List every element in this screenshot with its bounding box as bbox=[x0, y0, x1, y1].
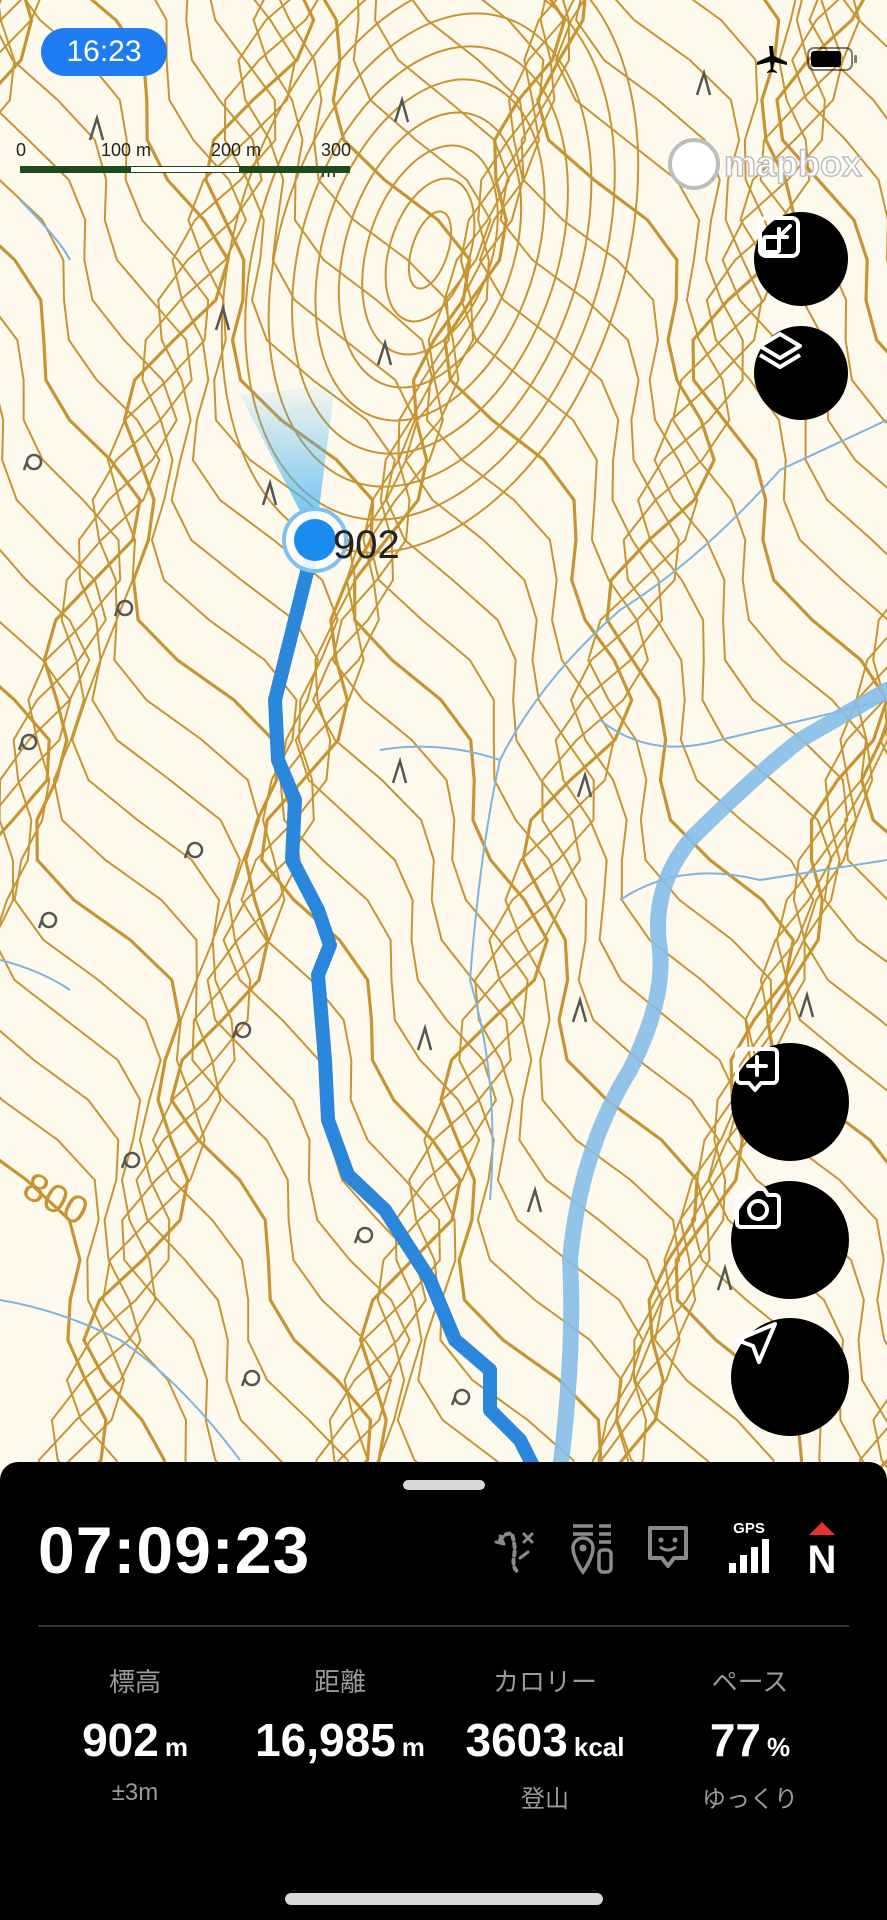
contour-elevation-label: 800 bbox=[16, 1164, 96, 1234]
distance-value: 16,985 bbox=[255, 1714, 396, 1766]
elapsed-time: 07:09:23 bbox=[38, 1513, 311, 1587]
compass-north-label: N bbox=[807, 1538, 837, 1582]
status-time: 16:23 bbox=[41, 28, 167, 76]
map-layers-button[interactable] bbox=[754, 326, 848, 420]
map-scale-bar: 0 100 m 200 m 300 m bbox=[16, 140, 356, 181]
fit-bounds-button[interactable] bbox=[754, 212, 848, 306]
panel-divider bbox=[38, 1625, 849, 1627]
distance-sub bbox=[230, 1779, 450, 1807]
calories-label: カロリー bbox=[492, 1667, 597, 1697]
scale-label-100: 100 m bbox=[101, 140, 152, 160]
distance-unit: m bbox=[401, 1732, 425, 1762]
activity-type: 登山 bbox=[521, 1786, 569, 1813]
gps-label: GPS bbox=[733, 1520, 765, 1537]
pace-value: 77 bbox=[709, 1714, 762, 1766]
gps-signal-icon bbox=[729, 1539, 769, 1573]
status-icons bbox=[755, 44, 859, 74]
pace-stat: ペース 77% ゆっくり bbox=[640, 1662, 860, 1813]
tracking-panel: 07:09:23 GPS N 標高 902 m ±3m 距離 16,985 m … bbox=[0, 1462, 887, 1920]
calories-unit: kcal bbox=[573, 1732, 625, 1762]
home-indicator[interactable] bbox=[285, 1893, 603, 1905]
layers-icon bbox=[758, 332, 802, 369]
distance-label: 距離 bbox=[313, 1667, 366, 1697]
elevation-point-label: 902 bbox=[333, 523, 400, 567]
contour-line bbox=[499, 0, 758, 1470]
elevation-stat: 標高 902 m ±3m bbox=[25, 1662, 245, 1807]
add-note-icon bbox=[735, 1047, 779, 1092]
gps-indicator: GPS bbox=[724, 1520, 774, 1578]
mapbox-logo-icon bbox=[668, 138, 720, 190]
camera-button[interactable] bbox=[731, 1181, 849, 1299]
elevation-value: 902 bbox=[82, 1714, 159, 1766]
scale-segment bbox=[20, 166, 130, 173]
calories-stat: カロリー 3603 kcal 登山 bbox=[435, 1662, 655, 1813]
pace-description: ゆっくり bbox=[702, 1786, 798, 1813]
topographic-map[interactable]: 902 800 0 100 m 200 m 300 mapbox bbox=[0, 0, 887, 1470]
calories-value: 3603 bbox=[465, 1714, 568, 1766]
compass-arrow-icon bbox=[809, 1522, 835, 1535]
elevation-unit: m bbox=[164, 1732, 188, 1762]
contour-line bbox=[0, 0, 226, 1470]
distance-stat: 距離 16,985 m bbox=[230, 1662, 450, 1807]
locate-me-button[interactable] bbox=[731, 1318, 849, 1436]
elevation-label: 標高 bbox=[108, 1667, 161, 1697]
map-pin-filter-icon[interactable] bbox=[568, 1522, 618, 1576]
elevation-accuracy: ±3m bbox=[111, 1779, 159, 1806]
pace-label: ペース bbox=[711, 1667, 789, 1697]
mapbox-wordmark: mapbox bbox=[723, 142, 863, 185]
drag-handle[interactable] bbox=[403, 1480, 485, 1490]
chat-face-icon[interactable] bbox=[644, 1522, 692, 1572]
contour-line bbox=[24, 0, 351, 1470]
route-off-icon[interactable] bbox=[494, 1522, 542, 1576]
navigation-icon bbox=[735, 1322, 777, 1364]
battery-icon bbox=[807, 47, 857, 71]
scale-label-200: 200 m bbox=[211, 140, 262, 160]
fit-bounds-icon bbox=[758, 216, 800, 258]
compass-indicator[interactable]: N bbox=[800, 1522, 844, 1582]
scale-segment bbox=[130, 166, 240, 173]
mapbox-attribution[interactable]: mapbox bbox=[668, 138, 863, 190]
camera-icon bbox=[735, 1187, 781, 1229]
scale-segment bbox=[240, 166, 350, 173]
scale-label-300: 300 m bbox=[321, 140, 352, 181]
contour-ring bbox=[384, 177, 476, 323]
scale-label-0: 0 bbox=[16, 140, 27, 160]
airplane-icon bbox=[757, 46, 787, 73]
add-note-button[interactable] bbox=[731, 1043, 849, 1161]
pace-unit: % bbox=[767, 1732, 791, 1762]
